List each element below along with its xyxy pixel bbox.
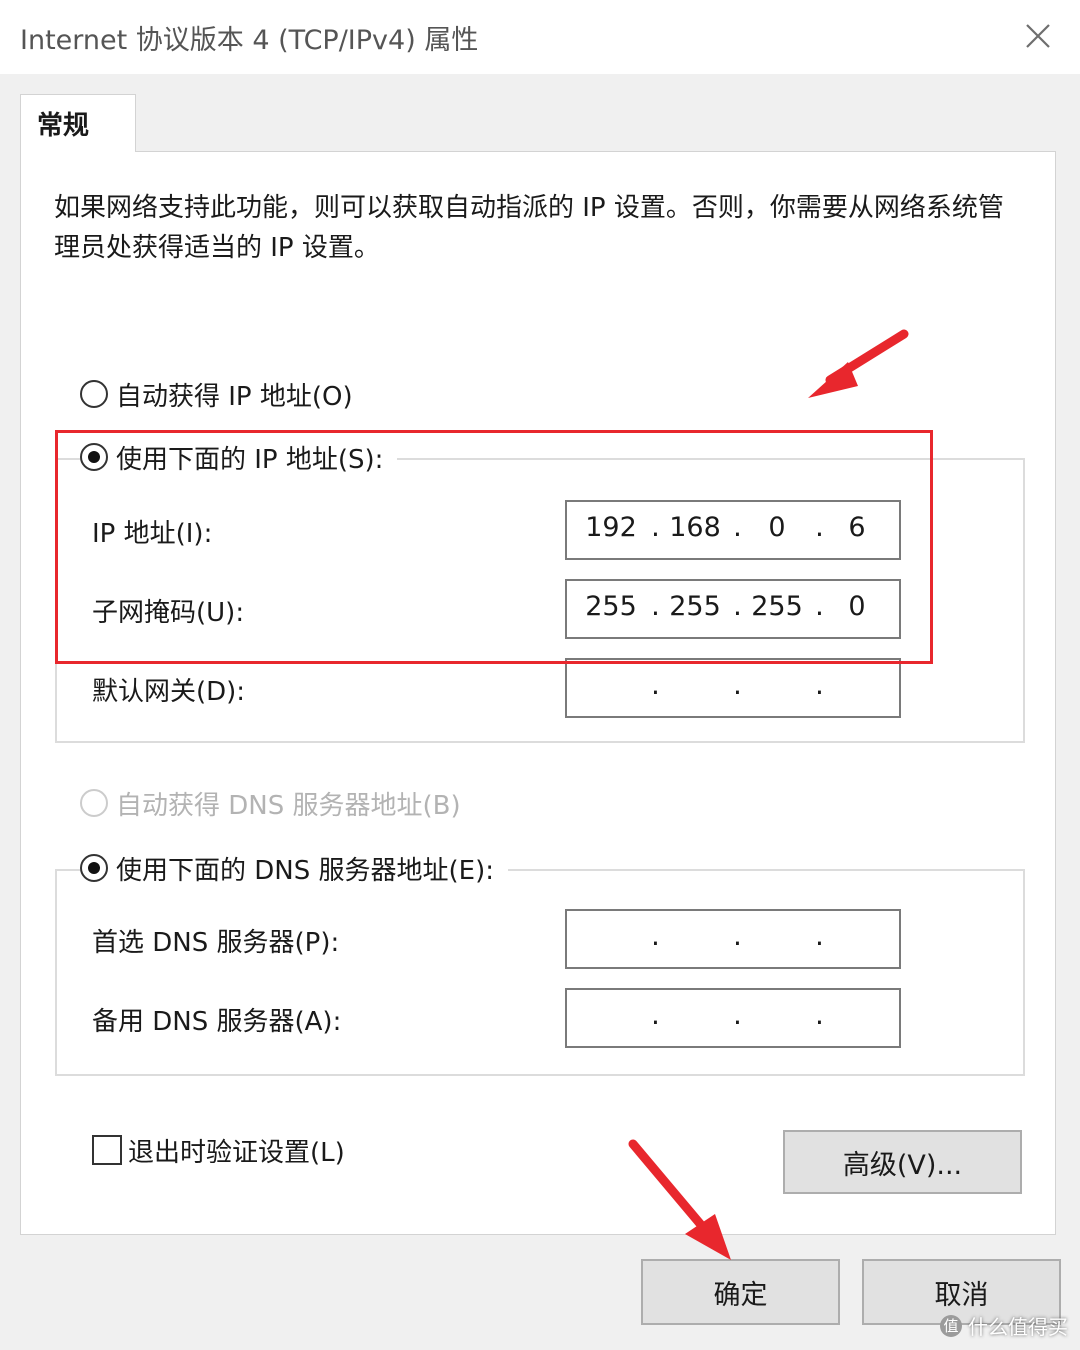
auto-ip-radio[interactable]: 自动获得 IP 地址(O) — [80, 374, 367, 414]
close-icon — [1026, 24, 1050, 48]
ip-dot: . — [815, 998, 824, 1031]
preferred-dns-label: 首选 DNS 服务器(P): — [92, 928, 340, 958]
validate-settings-checkbox[interactable]: 退出时验证设置(L) — [92, 1130, 345, 1170]
ip-dot: . — [651, 998, 660, 1031]
manual-dns-radio[interactable]: 使用下面的 DNS 服务器地址(E): — [80, 848, 508, 888]
auto-ip-radio-circle[interactable] — [80, 380, 108, 408]
ip-dot: . — [815, 668, 824, 701]
ip-octet-4: 6 — [848, 512, 866, 543]
window-title: Internet 协议版本 4 (TCP/IPv4) 属性 — [20, 25, 479, 56]
ip-dot: . — [815, 510, 824, 543]
tab-general[interactable]: 常规 — [20, 94, 136, 152]
ip-dot: . — [651, 589, 660, 622]
subnet-octet-3: 255 — [751, 591, 803, 622]
manual-dns-radio-circle[interactable] — [80, 854, 108, 882]
default-gateway-input[interactable]: . . . — [565, 658, 901, 718]
description-text: 如果网络支持此功能，则可以获取自动指派的 IP 设置。否则，你需要从网络系统管理… — [54, 193, 1004, 263]
manual-ip-radio-label: 使用下面的 IP 地址(S): — [116, 444, 384, 475]
watermark-text: 什么值得买 — [968, 1315, 1068, 1339]
subnet-octet-4: 0 — [848, 591, 866, 622]
ip-octet-2: 168 — [669, 512, 721, 543]
ip-octet-3: 0 — [768, 512, 786, 543]
subnet-mask-label: 子网掩码(U): — [92, 598, 245, 628]
ip-dot: . — [815, 589, 824, 622]
auto-dns-radio-circle[interactable] — [80, 789, 108, 817]
ip-dot: . — [651, 668, 660, 701]
auto-dns-radio[interactable]: 自动获得 DNS 服务器地址(B) — [80, 783, 475, 823]
manual-ip-radio-circle[interactable] — [80, 443, 108, 471]
manual-ip-radio[interactable]: 使用下面的 IP 地址(S): — [80, 437, 398, 477]
tab-general-label: 常规 — [37, 111, 90, 141]
default-gateway-label: 默认网关(D): — [92, 677, 246, 707]
ok-button[interactable]: 确定 — [641, 1259, 840, 1325]
ip-dot: . — [815, 919, 824, 952]
ip-dot: . — [651, 510, 660, 543]
ip-dot: . — [651, 919, 660, 952]
ip-dot: . — [733, 919, 742, 952]
auto-dns-radio-label: 自动获得 DNS 服务器地址(B) — [116, 790, 461, 821]
alternate-dns-input[interactable]: . . . — [565, 988, 901, 1048]
auto-ip-radio-label: 自动获得 IP 地址(O) — [116, 381, 353, 412]
alternate-dns-label: 备用 DNS 服务器(A): — [92, 1007, 342, 1037]
manual-dns-radio-label: 使用下面的 DNS 服务器地址(E): — [116, 855, 494, 886]
ip-address-input[interactable]: 192 . 168 . 0 . 6 — [565, 500, 901, 560]
watermark-logo-icon: 值 — [940, 1314, 962, 1337]
close-button[interactable] — [1016, 14, 1060, 58]
subnet-octet-2: 255 — [669, 591, 721, 622]
ip-octet-1: 192 — [585, 512, 637, 543]
advanced-button[interactable]: 高级(V)... — [783, 1130, 1022, 1194]
ip-dot: . — [733, 998, 742, 1031]
subnet-mask-input[interactable]: 255 . 255 . 255 . 0 — [565, 579, 901, 639]
preferred-dns-input[interactable]: . . . — [565, 909, 901, 969]
ip-dot: . — [733, 510, 742, 543]
validate-settings-label: 退出时验证设置(L) — [128, 1137, 345, 1168]
subnet-octet-1: 255 — [585, 591, 637, 622]
ip-dot: . — [733, 668, 742, 701]
watermark: 值 什么值得买 — [940, 1311, 1068, 1340]
ip-dot: . — [733, 589, 742, 622]
title-bar: Internet 协议版本 4 (TCP/IPv4) 属性 — [0, 0, 1080, 75]
ip-address-label: IP 地址(I): — [92, 519, 213, 549]
validate-settings-checkbox-box[interactable] — [92, 1135, 122, 1165]
